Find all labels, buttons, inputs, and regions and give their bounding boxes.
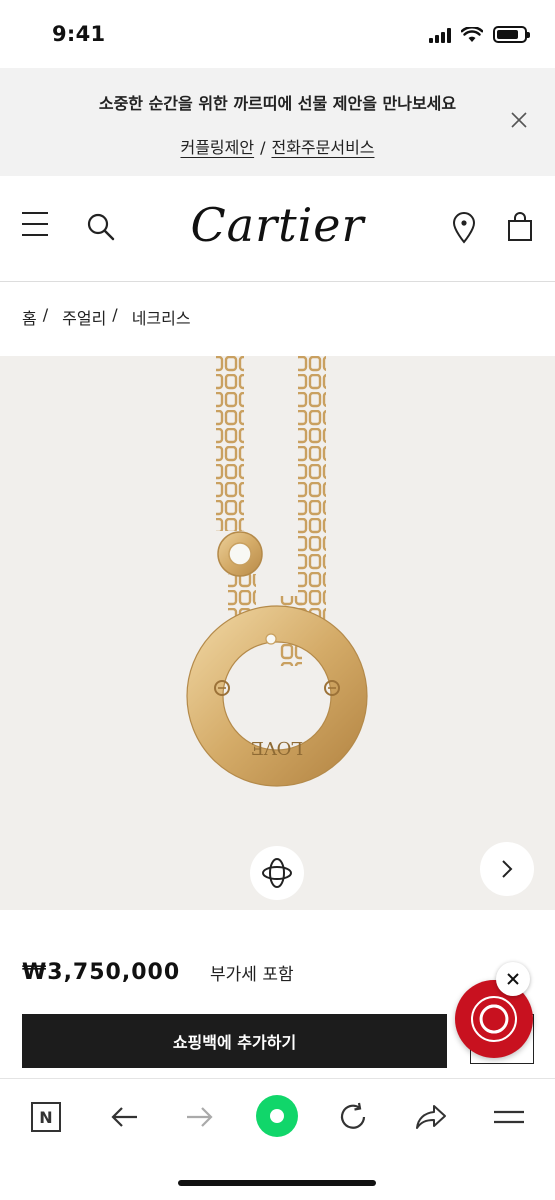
breadcrumb-jewelry[interactable]: 주얼리	[62, 305, 106, 329]
product-price: ₩3,750,000	[22, 960, 181, 985]
back-arrow-icon	[111, 1107, 137, 1127]
refresh-icon	[340, 1102, 366, 1129]
breadcrumb-necklace[interactable]: 네크리스	[132, 305, 191, 329]
promo-text: 소중한 순간을 위한 까르띠에 선물 제안을 만나보세요	[98, 94, 457, 113]
promo-links: 커플링제안 / 전화주문서비스	[0, 134, 555, 158]
forward-button[interactable]	[180, 1097, 220, 1137]
menu-button-toolbar[interactable]	[489, 1097, 529, 1137]
status-icons	[429, 26, 530, 43]
breadcrumb-separator: /	[42, 305, 49, 324]
site-header: Cartier	[0, 176, 555, 282]
breadcrumb-home[interactable]: 홈	[22, 305, 37, 329]
refresh-button[interactable]	[333, 1097, 373, 1137]
rotate-360-icon	[262, 858, 292, 888]
couple-ring-link[interactable]: 커플링제안	[180, 138, 254, 157]
chat-close-button[interactable]	[496, 962, 530, 996]
chevron-right-icon	[502, 860, 513, 878]
cartier-double-c-icon	[471, 996, 517, 1042]
next-image-button[interactable]	[480, 842, 534, 896]
status-bar: 9:41	[0, 0, 555, 68]
wifi-icon	[461, 26, 483, 42]
status-time: 9:41	[52, 22, 106, 46]
forward-arrow-icon	[187, 1107, 213, 1127]
phone-order-link[interactable]: 전화주문서비스	[271, 138, 374, 157]
necklace-illustration: LOVE	[186, 356, 368, 787]
ring-engraving: LOVE	[251, 737, 304, 758]
promo-separator: /	[260, 138, 266, 157]
battery-icon	[493, 26, 530, 43]
product-image[interactable]: LOVE	[0, 356, 555, 910]
share-icon	[416, 1105, 446, 1129]
close-icon[interactable]	[509, 110, 529, 130]
breadcrumb: 홈 / 주얼리 / 네크리스	[22, 305, 191, 329]
n-home-icon: N	[31, 1102, 61, 1132]
green-dot-icon	[270, 1109, 284, 1123]
location-pin-icon[interactable]	[451, 212, 477, 244]
promo-banner: 소중한 순간을 위한 까르띠에 선물 제안을 만나보세요 커플링제안 / 전화주문서…	[0, 68, 555, 176]
signal-icon	[429, 27, 451, 43]
n-home-button[interactable]: N	[26, 1097, 66, 1137]
close-icon	[507, 973, 519, 985]
menu-icon	[494, 1110, 524, 1124]
view-360-button[interactable]	[250, 846, 304, 900]
back-button[interactable]	[104, 1097, 144, 1137]
home-indicator	[178, 1180, 376, 1186]
breadcrumb-separator: /	[112, 305, 118, 324]
green-dot-button[interactable]	[256, 1095, 298, 1137]
share-button[interactable]	[411, 1097, 451, 1137]
vat-note: 부가세 포함	[210, 965, 294, 985]
add-to-bag-button[interactable]: 쇼핑백에 추가하기	[22, 1014, 447, 1068]
shopping-bag-icon[interactable]	[506, 212, 534, 242]
